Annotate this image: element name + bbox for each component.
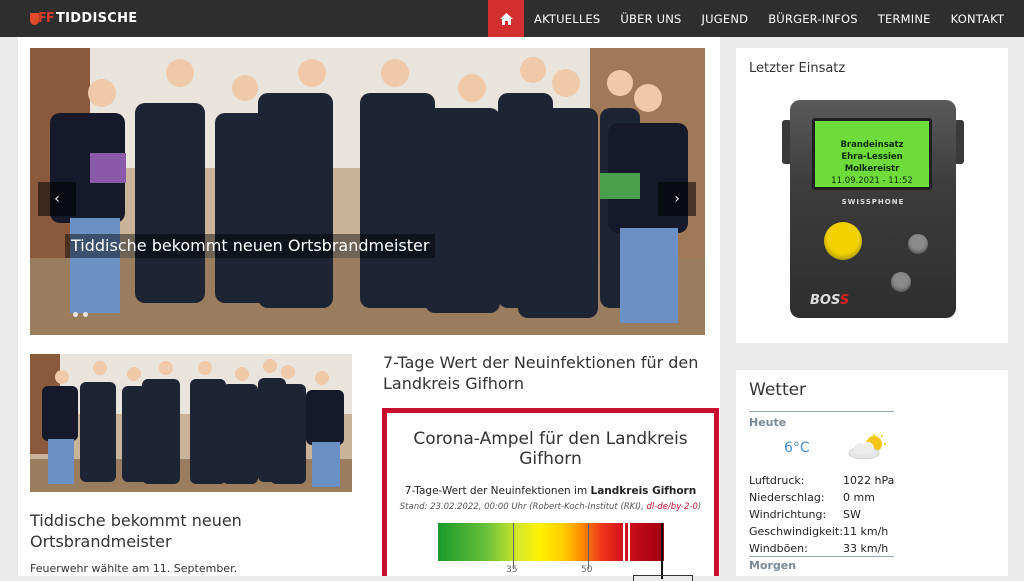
menu-item-buerger-infos[interactable]: BÜRGER-INFOS <box>758 0 868 37</box>
slider-dot[interactable] <box>73 312 78 317</box>
menu-item-termine[interactable]: TERMINE <box>868 0 941 37</box>
last-mission-card: Letzter Einsatz Brandeinsatz Ehra-Lessie… <box>736 48 1008 343</box>
tick-label-50: 50 <box>581 565 593 575</box>
screen-line-1: Brandeinsatz <box>840 140 904 150</box>
logo-text: TIDDISCHE <box>56 11 138 26</box>
home-icon <box>499 12 513 25</box>
license-link[interactable]: dl-de/by-2-0 <box>646 502 697 512</box>
menu-item-kontakt[interactable]: KONTAKT <box>941 0 1015 37</box>
tick-35 <box>513 523 514 569</box>
corona-ampel-widget[interactable]: Corona-Ampel für den Landkreis Gifhorn 7… <box>382 408 719 581</box>
news-thumbnail[interactable] <box>30 354 352 492</box>
chevron-right-icon: › <box>674 191 680 207</box>
weather-today-label: Heute <box>749 416 787 429</box>
weather-row-pressure: Luftdruck: 1022 hPa <box>749 474 895 487</box>
slider-dots <box>73 312 88 317</box>
pager-body: Brandeinsatz Ehra-Lessien Molkereistr 11… <box>790 100 956 318</box>
slider-caption[interactable]: Tiddische bekommt neuen Ortsbrandmeister <box>65 234 436 258</box>
last-mission-title: Letzter Einsatz <box>749 61 846 76</box>
current-value-marker <box>661 523 663 579</box>
weather-row-wind-speed: Geschwindigkeit: 11 km/h <box>749 525 889 538</box>
home-button[interactable] <box>488 0 524 37</box>
slide-photo <box>30 48 705 335</box>
news-title[interactable]: Tiddische bekommt neuen Ortsbrandmeister <box>30 510 360 552</box>
slider-next-button[interactable]: › <box>658 182 696 216</box>
pager-grey-button <box>891 272 911 292</box>
top-navbar: FF TIDDISCHE AKTUELLES ÜBER UNS JUGEND B… <box>0 0 1024 37</box>
screen-line-3: 11.09.2021 - 11:52 <box>831 176 913 186</box>
site-logo[interactable]: FF TIDDISCHE <box>30 11 138 26</box>
menu-item-jugend[interactable]: JUGEND <box>692 0 759 37</box>
weather-row-wind-direction: Windrichtung: SW <box>749 508 861 521</box>
pager-brand: SWISSPHONE <box>841 198 905 206</box>
tick-50 <box>588 523 589 569</box>
weather-row-precipitation: Niederschlag: 0 mm <box>749 491 875 504</box>
pager-boss-label: BOSS <box>810 293 850 308</box>
weather-tomorrow-label: Morgen <box>749 559 797 572</box>
ampel-subtitle: 7-Tage-Wert der Neuinfektionen im Landkr… <box>404 485 697 497</box>
image-slider[interactable]: ‹ › <box>30 48 705 335</box>
slider-dot[interactable] <box>83 312 88 317</box>
logo-shield-icon: FF <box>30 11 55 26</box>
pager-screen: Brandeinsatz Ehra-Lessien Molkereistr 11… <box>812 118 932 190</box>
bar-stripe <box>623 523 625 561</box>
slider-prev-button[interactable]: ‹ <box>38 182 76 216</box>
weather-card: Wetter Heute 6°C Luftdruck: 1022 hPa Nied… <box>736 370 1008 576</box>
pager-yellow-button <box>824 222 862 260</box>
ampel-title: Corona-Ampel für den Landkreis Gifhorn <box>413 429 688 469</box>
chevron-left-icon: ‹ <box>54 191 60 207</box>
partly-cloudy-icon <box>848 434 886 460</box>
divider <box>749 556 894 557</box>
news-photo <box>30 354 352 492</box>
weather-row-gusts: Windböen: 33 km/h <box>749 542 889 555</box>
corona-heading: 7-Tage Wert der Neuinfektionen für den L… <box>383 353 699 393</box>
pager-grey-button <box>908 234 928 254</box>
menu-item-ueber-uns[interactable]: ÜBER UNS <box>610 0 691 37</box>
main-menu: AKTUELLES ÜBER UNS JUGEND BÜRGER-INFOS T… <box>488 0 1014 37</box>
divider <box>749 411 894 412</box>
tick-label-35: 35 <box>506 565 518 575</box>
screen-line-2: Ehra-Lessien Molkereistr <box>841 152 903 174</box>
bar-stripe <box>628 523 630 561</box>
news-snippet: Feuerwehr wählte am 11. September. <box>30 562 238 575</box>
pager-image: Brandeinsatz Ehra-Lessien Molkereistr 11… <box>782 92 964 320</box>
menu-item-aktuelles[interactable]: AKTUELLES <box>524 0 610 37</box>
ampel-color-bar <box>438 523 664 561</box>
weather-title: Wetter <box>749 380 807 400</box>
weather-temperature: 6°C <box>784 440 810 456</box>
ampel-stand: Stand: 23.02.2022, 00:00 Uhr (Robert-Koc… <box>399 502 702 512</box>
